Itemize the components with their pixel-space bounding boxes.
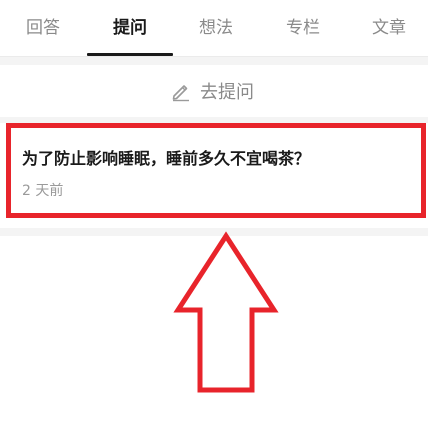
screen: 回答 提问 想法 专栏 文章 去提问 为了防止影响睡眠，睡前多久不宜喝茶？ 2 … [0, 0, 428, 423]
tab-answers[interactable]: 回答 [18, 16, 68, 40]
question-card[interactable]: 为了防止影响睡眠，睡前多久不宜喝茶？ 2 天前 [0, 123, 428, 228]
ask-section: 去提问 [0, 57, 428, 123]
ask-question-label: 去提问 [200, 82, 254, 103]
tab-questions[interactable]: 提问 [105, 16, 155, 40]
tab-articles[interactable]: 文章 [364, 16, 414, 40]
tab-thoughts[interactable]: 想法 [191, 16, 241, 40]
pencil-icon [170, 80, 192, 102]
question-title[interactable]: 为了防止影响睡眠，睡前多久不宜喝茶？ [22, 145, 310, 169]
ask-bar: 去提问 [0, 65, 428, 117]
tab-columns[interactable]: 专栏 [278, 16, 328, 40]
up-arrow-annotation [173, 231, 279, 393]
question-timestamp: 2 天前 [22, 183, 64, 199]
tab-bar: 回答 提问 想法 专栏 文章 [0, 0, 428, 56]
ask-question-button[interactable]: 去提问 [170, 78, 254, 104]
